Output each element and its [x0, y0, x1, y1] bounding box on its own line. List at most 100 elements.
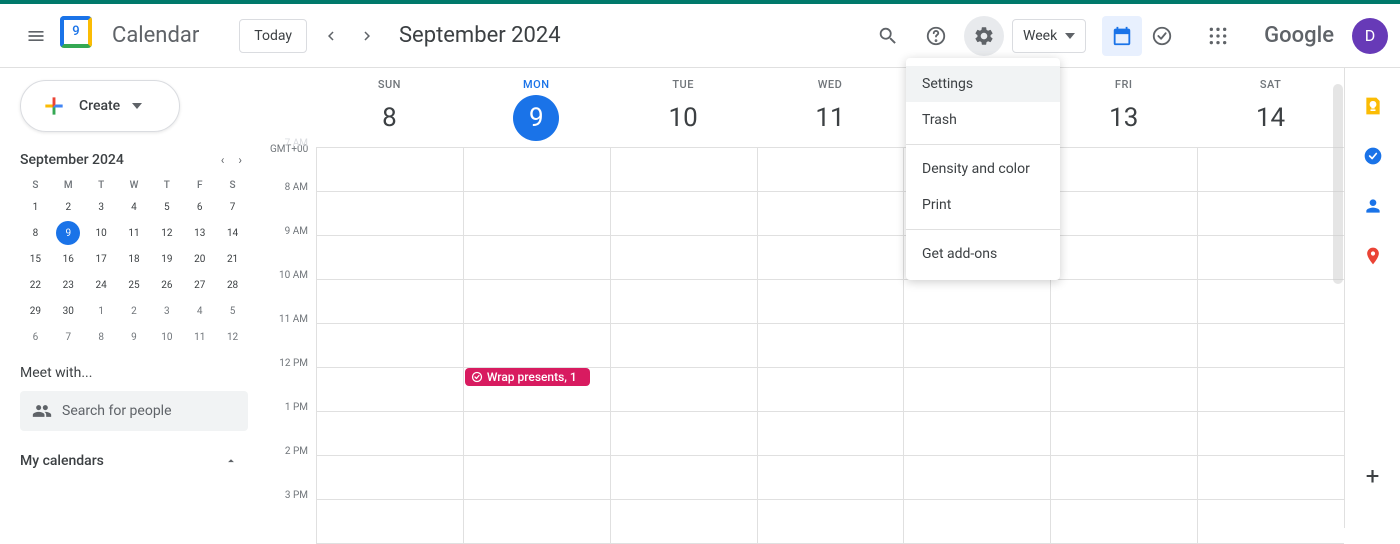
hour-cell[interactable]	[1197, 368, 1344, 411]
hour-cell[interactable]	[1197, 280, 1344, 323]
hour-cell[interactable]	[316, 280, 463, 323]
hour-cell[interactable]	[316, 412, 463, 455]
mini-day-cell[interactable]: 27	[188, 273, 212, 297]
hour-row[interactable]	[316, 236, 1344, 280]
hour-cell[interactable]	[316, 368, 463, 411]
menu-item-get-add-ons[interactable]: Get add-ons	[906, 236, 1060, 272]
mini-day-cell[interactable]: 11	[122, 221, 146, 245]
mini-day-cell[interactable]: 16	[56, 247, 80, 271]
mini-day-cell[interactable]: 1	[89, 299, 113, 323]
mini-day-cell[interactable]: 15	[23, 247, 47, 271]
hour-cell[interactable]	[1050, 412, 1197, 455]
hour-cell[interactable]	[1050, 192, 1197, 235]
mini-day-cell[interactable]: 11	[188, 325, 212, 349]
google-apps-button[interactable]	[1198, 16, 1238, 56]
hour-cell[interactable]	[1050, 500, 1197, 543]
day-header[interactable]: MON9	[463, 68, 610, 147]
calendar-view-button[interactable]	[1102, 16, 1142, 56]
mini-day-cell[interactable]: 10	[155, 325, 179, 349]
day-header[interactable]: WED11	[757, 68, 904, 147]
hour-cell[interactable]	[463, 192, 610, 235]
hour-cell[interactable]	[1197, 192, 1344, 235]
mini-day-cell[interactable]: 12	[221, 325, 245, 349]
hour-cell[interactable]	[610, 192, 757, 235]
hour-cell[interactable]	[757, 500, 904, 543]
create-button[interactable]: Create	[20, 80, 180, 132]
hour-cell[interactable]	[610, 236, 757, 279]
menu-item-settings[interactable]: Settings	[906, 66, 1060, 102]
hour-cell[interactable]	[903, 412, 1050, 455]
main-menu-button[interactable]	[12, 12, 60, 60]
day-header[interactable]: TUE10	[610, 68, 757, 147]
mini-day-cell[interactable]: 3	[89, 195, 113, 219]
hour-cell[interactable]	[610, 148, 757, 191]
mini-day-cell[interactable]: 9	[122, 325, 146, 349]
hour-cell[interactable]	[316, 192, 463, 235]
scrollbar[interactable]	[1333, 84, 1343, 284]
mini-day-cell[interactable]: 18	[122, 247, 146, 271]
support-button[interactable]	[916, 16, 956, 56]
menu-item-density-and-color[interactable]: Density and color	[906, 151, 1060, 187]
keep-app-icon[interactable]	[1361, 94, 1385, 118]
hour-cell[interactable]	[463, 324, 610, 367]
mini-day-cell[interactable]: 5	[155, 195, 179, 219]
mini-day-cell[interactable]: 12	[155, 221, 179, 245]
settings-button[interactable]	[964, 16, 1004, 56]
mini-day-cell[interactable]: 4	[122, 195, 146, 219]
mini-day-cell[interactable]: 9	[56, 221, 80, 245]
hour-row[interactable]	[316, 412, 1344, 456]
hour-cell[interactable]	[316, 324, 463, 367]
mini-day-cell[interactable]: 13	[188, 221, 212, 245]
hours-grid[interactable]: Wrap presents, 1	[316, 148, 1344, 544]
hour-cell[interactable]	[463, 500, 610, 543]
mini-day-cell[interactable]: 25	[122, 273, 146, 297]
hour-cell[interactable]	[1050, 148, 1197, 191]
hour-cell[interactable]	[1050, 324, 1197, 367]
mini-day-cell[interactable]: 20	[188, 247, 212, 271]
mini-day-cell[interactable]: 24	[89, 273, 113, 297]
hour-cell[interactable]	[757, 236, 904, 279]
hour-cell[interactable]	[1197, 500, 1344, 543]
hour-cell[interactable]	[757, 456, 904, 499]
hour-cell[interactable]	[757, 148, 904, 191]
calendar-event[interactable]: Wrap presents, 1	[465, 368, 590, 386]
hour-row[interactable]	[316, 456, 1344, 500]
mini-day-cell[interactable]: 8	[23, 221, 47, 245]
hour-cell[interactable]	[1197, 148, 1344, 191]
hour-cell[interactable]	[610, 412, 757, 455]
mini-day-cell[interactable]: 6	[188, 195, 212, 219]
hour-cell[interactable]	[463, 456, 610, 499]
hour-row[interactable]	[316, 500, 1344, 544]
hour-cell[interactable]	[1197, 412, 1344, 455]
hour-row[interactable]	[316, 192, 1344, 236]
mini-day-cell[interactable]: 29	[23, 299, 47, 323]
day-header[interactable]: FRI13	[1050, 68, 1197, 147]
hour-cell[interactable]	[757, 280, 904, 323]
mini-day-cell[interactable]: 22	[23, 273, 47, 297]
prev-period-button[interactable]	[315, 20, 347, 52]
hour-cell[interactable]	[610, 456, 757, 499]
mini-day-cell[interactable]: 8	[89, 325, 113, 349]
hour-cell[interactable]	[1197, 324, 1344, 367]
mini-day-cell[interactable]: 10	[89, 221, 113, 245]
mini-day-cell[interactable]: 28	[221, 273, 245, 297]
contacts-app-icon[interactable]	[1361, 194, 1385, 218]
maps-app-icon[interactable]	[1361, 244, 1385, 268]
mini-day-cell[interactable]: 30	[56, 299, 80, 323]
mini-day-cell[interactable]: 21	[221, 247, 245, 271]
mini-day-cell[interactable]: 5	[221, 299, 245, 323]
mini-day-cell[interactable]: 26	[155, 273, 179, 297]
next-period-button[interactable]	[351, 20, 383, 52]
hour-cell[interactable]	[903, 368, 1050, 411]
search-button[interactable]	[868, 16, 908, 56]
hour-row[interactable]	[316, 148, 1344, 192]
add-addon-button[interactable]: +	[1361, 464, 1385, 488]
hour-cell[interactable]	[1050, 236, 1197, 279]
hour-cell[interactable]	[903, 324, 1050, 367]
hour-cell[interactable]	[1050, 368, 1197, 411]
mini-next-button[interactable]: ›	[238, 153, 242, 167]
hour-cell[interactable]	[316, 500, 463, 543]
mini-day-cell[interactable]: 2	[122, 299, 146, 323]
hour-cell[interactable]	[757, 412, 904, 455]
hour-cell[interactable]	[610, 500, 757, 543]
